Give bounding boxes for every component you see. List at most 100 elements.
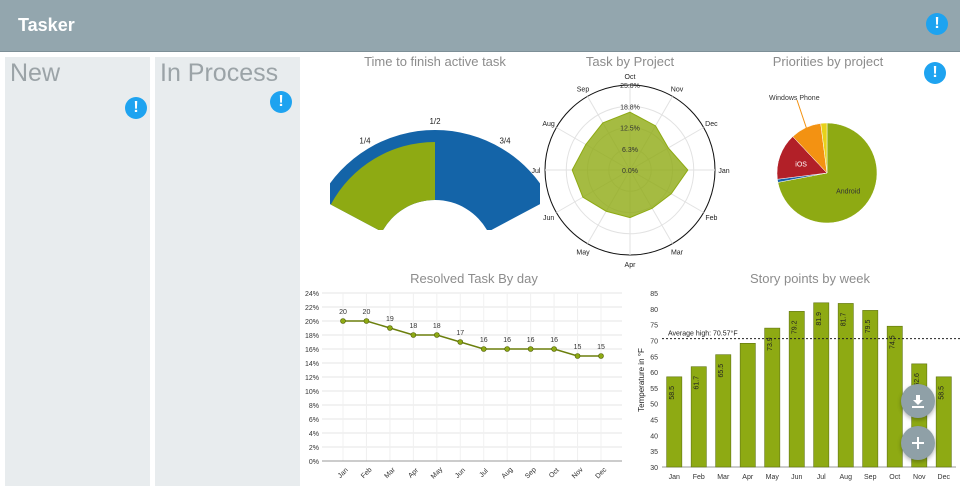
line-point bbox=[387, 325, 393, 331]
line-y-tick-label: 0% bbox=[309, 459, 319, 466]
radar-ring-label: 18.8% bbox=[620, 104, 640, 111]
line-point bbox=[434, 332, 440, 338]
bar-data-label: 74.5 bbox=[890, 335, 897, 349]
bar bbox=[739, 343, 756, 468]
radar-category-label: Aug bbox=[542, 121, 555, 128]
add-button[interactable] bbox=[901, 426, 935, 460]
line-x-tick-label: Aug bbox=[501, 466, 515, 480]
download-icon bbox=[912, 395, 924, 408]
bar-data-label: 81.7 bbox=[841, 313, 848, 327]
line-point bbox=[527, 346, 534, 352]
bar-y-tick-label: 65 bbox=[650, 354, 658, 361]
line-point bbox=[504, 346, 510, 352]
pie-slice-label: iOS bbox=[795, 162, 807, 169]
bar-x-tick-label: Jul bbox=[817, 474, 826, 481]
bar-x-tick-label: Mar bbox=[717, 474, 730, 481]
line-point bbox=[574, 353, 581, 359]
radar-chart: Oct Nov Dec Jan Feb Mar Apr May Jun Jul Aug Sep 0.0%… bbox=[532, 74, 730, 269]
bar-x-tick-label: Nov bbox=[913, 474, 926, 481]
line-data-label: 19 bbox=[386, 316, 394, 323]
exclamation-circle-icon[interactable]: ! bbox=[125, 97, 147, 119]
line-data-label: 16 bbox=[550, 337, 558, 344]
radar-category-label: Jun bbox=[543, 215, 554, 222]
line-x-tick-label: Jun bbox=[454, 467, 467, 480]
column-in-process: In Process ! bbox=[155, 57, 300, 486]
bar-x-tick-label: Jun bbox=[791, 474, 802, 481]
bar-y-tick-label: 30 bbox=[650, 465, 658, 472]
bar-y-tick-label: 75 bbox=[650, 323, 658, 330]
bar-x-tick-label: Oct bbox=[889, 474, 900, 481]
bar-title: Story points by week bbox=[750, 271, 870, 286]
exclamation-circle-icon[interactable]: ! bbox=[924, 62, 946, 84]
line-y-tick-label: 12% bbox=[305, 375, 319, 382]
gauge-tick-label: 1/2 bbox=[429, 117, 441, 126]
line-x-tick-label: Mar bbox=[384, 466, 398, 480]
column-new: New ! bbox=[5, 57, 150, 486]
line-x-tick-label: May bbox=[430, 466, 445, 481]
bar-y-tick-label: 85 bbox=[650, 291, 658, 298]
bar-x-tick-label: Sep bbox=[864, 474, 877, 481]
bar-y-tick-label: 60 bbox=[650, 370, 658, 377]
gauge-tick-label: 3/4 bbox=[499, 136, 511, 145]
line-data-label: 17 bbox=[456, 330, 464, 337]
radar-category-label: Nov bbox=[671, 87, 684, 94]
line-series bbox=[343, 320, 601, 357]
line-x-tick-label: Dec bbox=[594, 466, 608, 480]
bar bbox=[837, 303, 854, 468]
bar-y-tick-label: 80 bbox=[650, 307, 658, 314]
line-point bbox=[457, 339, 464, 345]
line-data-label: 18 bbox=[409, 323, 417, 330]
bar-data-label: 79.5 bbox=[865, 319, 872, 333]
radar-category-label: Jul bbox=[532, 168, 541, 175]
line-y-tick-label: 24% bbox=[305, 291, 319, 298]
column-title-new: New bbox=[10, 59, 61, 87]
pie-chart: Android iOS Windows Phone bbox=[769, 95, 878, 224]
line-title: Resolved Task By day bbox=[410, 271, 538, 286]
line-data-label: 16 bbox=[527, 337, 535, 344]
bar-x-tick-label: Apr bbox=[742, 474, 754, 481]
line-point bbox=[410, 332, 417, 338]
pie-slice-label: Android bbox=[836, 189, 860, 196]
bar-data-label: 81.9 bbox=[816, 312, 823, 326]
app-title: Tasker bbox=[18, 15, 75, 35]
bar-data-label: 58.5 bbox=[939, 386, 946, 400]
bar-data-label: 73.9 bbox=[767, 337, 774, 351]
bar-data-label: 65.5 bbox=[718, 364, 725, 378]
bar-y-tick-label: 50 bbox=[650, 402, 658, 409]
radar-category-label: May bbox=[576, 249, 590, 256]
bar bbox=[813, 302, 830, 468]
line-y-tick-label: 20% bbox=[305, 319, 319, 326]
line-point bbox=[480, 346, 487, 352]
top-bar: Tasker ! bbox=[0, 0, 960, 52]
bar-x-tick-label: Jan bbox=[669, 474, 680, 481]
radar-ring-label: 25.0% bbox=[620, 83, 640, 90]
line-point bbox=[598, 353, 604, 359]
radar-category-label: Sep bbox=[577, 87, 590, 94]
line-x-tick-label: Jan bbox=[337, 467, 350, 480]
line-data-label: 16 bbox=[480, 337, 488, 344]
line-x-tick-label: Apr bbox=[407, 467, 420, 480]
line-y-tick-label: 22% bbox=[305, 305, 319, 312]
radar-category-label: Oct bbox=[625, 74, 636, 81]
line-x-tick-label: Feb bbox=[360, 467, 374, 481]
exclamation-circle-icon[interactable]: ! bbox=[926, 13, 948, 35]
download-button[interactable] bbox=[901, 384, 935, 418]
gauge-value-arc bbox=[330, 142, 435, 230]
plus-icon bbox=[912, 437, 924, 449]
line-data-label: 18 bbox=[433, 323, 441, 330]
bar-x-tick-label: Dec bbox=[938, 474, 951, 481]
line-data-label: 20 bbox=[339, 309, 347, 316]
column-title-in-process: In Process bbox=[160, 59, 279, 87]
line-data-label: 15 bbox=[574, 344, 582, 351]
exclamation-circle-icon[interactable]: ! bbox=[270, 91, 292, 113]
pie-slice-label: Windows Phone bbox=[769, 95, 820, 102]
line-x-tick-label: Sep bbox=[524, 466, 538, 480]
bar-data-label: 79.2 bbox=[792, 320, 799, 334]
line-x-tick-label: Jul bbox=[478, 467, 490, 479]
bar-y-tick-label: 40 bbox=[650, 433, 658, 440]
line-data-label: 20 bbox=[363, 309, 371, 316]
radar-category-label: Jan bbox=[718, 168, 729, 175]
bar-y-axis-label: Temperature in °F bbox=[637, 348, 646, 412]
gauge-tick-label: 1/4 bbox=[359, 136, 371, 145]
pie-title: Priorities by project bbox=[772, 54, 884, 69]
